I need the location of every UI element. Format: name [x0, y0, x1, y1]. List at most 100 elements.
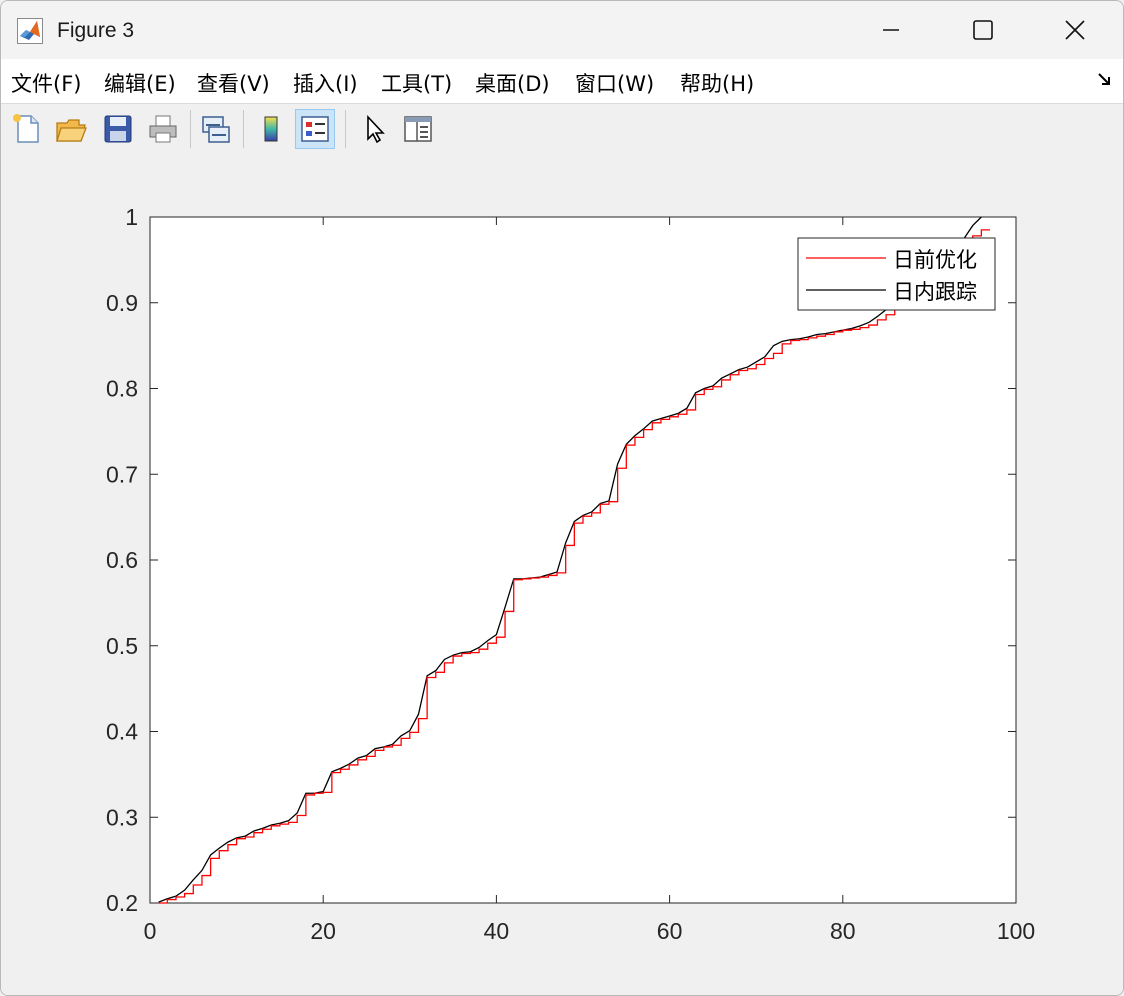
data-point [799, 339, 800, 340]
data-point [210, 854, 211, 855]
title-bar: Figure 3 [1, 1, 1123, 59]
new-figure-icon [13, 114, 39, 143]
data-point [288, 822, 289, 823]
data-point [201, 870, 202, 871]
data-point [219, 848, 220, 849]
data-point [868, 322, 869, 323]
data-point [972, 225, 973, 226]
data-point [617, 468, 618, 469]
legend-label-intraday: 日内跟踪 [893, 280, 977, 304]
dock-arrow-icon[interactable] [1097, 71, 1113, 87]
data-point [756, 364, 757, 365]
data-point [418, 714, 419, 715]
data-point [972, 235, 973, 236]
data-point [227, 842, 228, 843]
data-point [738, 370, 739, 371]
data-point [297, 812, 298, 813]
legend-icon [301, 116, 329, 142]
data-point [262, 829, 263, 830]
menu-bar: 文件(F) 编辑(E) 查看(V) 插入(I) 工具(T) 桌面(D) 窗口(W… [1, 59, 1123, 103]
data-point [366, 756, 367, 757]
data-point [695, 394, 696, 395]
data-point [643, 429, 644, 430]
minimize-icon [883, 29, 899, 31]
data-point [496, 634, 497, 635]
data-point [782, 341, 783, 342]
data-point [478, 647, 479, 648]
legend-button[interactable] [295, 109, 335, 149]
menu-help[interactable]: 帮助(H) [680, 68, 754, 98]
data-point [530, 577, 531, 578]
data-point [435, 670, 436, 671]
data-point [747, 366, 748, 367]
legend[interactable]: 日前优化 日内跟踪 [797, 237, 996, 311]
window-title: Figure 3 [57, 19, 135, 42]
menu-edit[interactable]: 编辑(E) [104, 68, 176, 98]
data-point [808, 337, 809, 338]
data-point [816, 334, 817, 335]
data-point [305, 794, 306, 795]
data-point [660, 419, 661, 420]
data-point [868, 324, 869, 325]
data-point [340, 769, 341, 770]
data-point [253, 832, 254, 833]
data-point [652, 420, 653, 421]
new-figure-button[interactable] [7, 109, 47, 149]
close-button[interactable] [1029, 1, 1121, 59]
data-point [712, 386, 713, 387]
figure-window: Figure 3 文件(F) 编辑(E) 查看(V) 插入(I) 工具(T) 桌… [0, 0, 1124, 996]
open-file-button[interactable] [51, 109, 91, 149]
data-point [790, 340, 791, 341]
save-icon [104, 115, 132, 143]
data-point [851, 329, 852, 330]
data-point [574, 523, 575, 524]
data-point [253, 830, 254, 831]
data-point [860, 327, 861, 328]
data-point [600, 504, 601, 505]
line-chart: 0 20 40 60 80 100 0.2 0.3 0.4 0.5 0.6 0.7 0.8 0.9 1 日前… [106, 204, 1035, 944]
menu-file[interactable]: 文件(F) [11, 68, 81, 98]
data-point [383, 746, 384, 747]
x-tick-label: 40 [484, 918, 510, 944]
data-point [565, 542, 566, 543]
y-tick-label: 0.5 [106, 633, 138, 659]
menu-view[interactable]: 查看(V) [197, 68, 270, 98]
menu-desktop[interactable]: 桌面(D) [475, 68, 550, 98]
edit-plot-button[interactable] [354, 109, 394, 149]
property-inspector-icon [404, 116, 432, 142]
data-point [591, 512, 592, 513]
data-point [435, 672, 436, 673]
data-point [886, 314, 887, 315]
property-inspector-button[interactable] [398, 109, 438, 149]
data-point [487, 643, 488, 644]
menu-insert[interactable]: 插入(I) [293, 68, 358, 98]
data-point [357, 757, 358, 758]
data-point [444, 659, 445, 660]
data-point [461, 653, 462, 654]
colorbar-button[interactable] [251, 109, 291, 149]
save-button[interactable] [98, 109, 138, 149]
data-point [860, 325, 861, 326]
data-point [513, 579, 514, 580]
data-point [756, 361, 757, 362]
data-point [201, 875, 202, 876]
x-tick-label: 0 [144, 918, 157, 944]
link-plot-button[interactable] [196, 109, 236, 149]
data-point [427, 677, 428, 678]
data-point [444, 662, 445, 663]
data-point [747, 368, 748, 369]
menu-window[interactable]: 窗口(W) [575, 68, 654, 98]
data-point [704, 389, 705, 390]
data-point [721, 379, 722, 380]
data-point [574, 521, 575, 522]
data-point [825, 334, 826, 335]
data-point [418, 718, 419, 719]
data-point [193, 879, 194, 880]
maximize-button[interactable] [937, 1, 1029, 59]
data-point [314, 793, 315, 794]
menu-tools[interactable]: 工具(T) [381, 68, 452, 98]
print-button[interactable] [143, 109, 183, 149]
data-point [730, 374, 731, 375]
minimize-button[interactable] [845, 1, 937, 59]
data-point [175, 896, 176, 897]
